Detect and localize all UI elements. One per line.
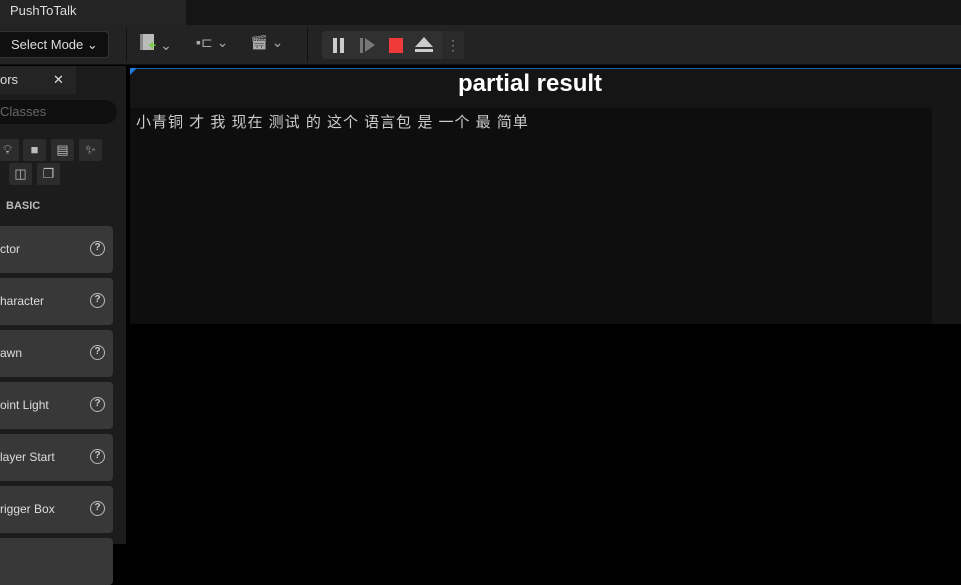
skip-frame-icon[interactable]: [360, 38, 363, 53]
item-label: awn: [0, 346, 23, 360]
help-icon[interactable]: ?: [90, 449, 105, 464]
list-item[interactable]: haracter?: [0, 278, 113, 325]
search-placeholder: Classes: [0, 104, 47, 119]
place-actors-tab[interactable]: ors ✕: [0, 66, 76, 94]
add-actor-button[interactable]: + ⌄: [140, 34, 172, 56]
blueprint-button[interactable]: ▪⊏ ⌄: [196, 34, 228, 56]
list-item[interactable]: ctor?: [0, 226, 113, 273]
help-icon[interactable]: ?: [90, 501, 105, 516]
list-item[interactable]: oint Light?: [0, 382, 113, 429]
select-mode-dropdown[interactable]: Select Mode ⌄: [0, 31, 109, 58]
list-item[interactable]: [0, 538, 113, 585]
search-classes-input[interactable]: Classes: [0, 100, 117, 124]
plus-icon: +: [148, 37, 157, 53]
scrollbar[interactable]: [932, 108, 961, 324]
divider: [126, 28, 127, 62]
list-item[interactable]: layer Start?: [0, 434, 113, 481]
help-icon[interactable]: ?: [90, 293, 105, 308]
cinematics-button[interactable]: 🎬︎ ⌄: [250, 34, 283, 56]
chevron-down-icon: ⌄: [86, 37, 98, 52]
recognition-text: 小青铜 才 我 现在 测试 的 这个 语言包 是 一个 最 简单: [130, 108, 932, 324]
clapperboard-icon: 🎬︎: [250, 34, 268, 50]
divider: [307, 28, 308, 62]
item-label: rigger Box: [0, 502, 55, 516]
lightbulb-icon[interactable]: 💡︎: [0, 139, 19, 161]
list-item[interactable]: awn?: [0, 330, 113, 377]
help-icon[interactable]: ?: [90, 397, 105, 412]
cinematic-icon[interactable]: ▤: [51, 139, 74, 161]
more-options-icon[interactable]: ⋮: [442, 31, 464, 59]
play-controls: ⋮: [322, 31, 464, 59]
item-label: oint Light: [0, 398, 49, 412]
tab-title: PushToTalk: [10, 3, 77, 18]
item-label: ctor: [0, 242, 21, 256]
close-icon[interactable]: ✕: [53, 72, 64, 88]
item-label: haracter: [0, 294, 45, 308]
eject-icon-bar: [415, 49, 433, 52]
section-basic: BASIC: [6, 200, 41, 212]
all-classes-icon[interactable]: ❐: [37, 163, 60, 185]
cube-icon[interactable]: ■: [23, 139, 46, 161]
blueprint-icon: ▪⊏: [196, 34, 213, 50]
eject-icon[interactable]: [415, 37, 433, 47]
help-icon[interactable]: ?: [90, 345, 105, 360]
pause-icon[interactable]: [333, 38, 337, 53]
help-icon[interactable]: ?: [90, 241, 105, 256]
document-tab[interactable]: PushToTalk: [0, 0, 186, 25]
volume-icon[interactable]: ◫: [9, 163, 32, 185]
tab-label: ors: [0, 72, 19, 87]
select-mode-label: Select Mode: [11, 37, 84, 52]
list-item[interactable]: rigger Box?: [0, 486, 113, 533]
visual-effects-icon[interactable]: ✨︎: [79, 139, 102, 161]
partial-result-title: partial result: [457, 70, 603, 97]
item-label: layer Start: [0, 450, 55, 464]
stop-icon[interactable]: [389, 38, 403, 53]
pause-icon[interactable]: [340, 38, 344, 53]
play-icon[interactable]: [365, 38, 375, 52]
